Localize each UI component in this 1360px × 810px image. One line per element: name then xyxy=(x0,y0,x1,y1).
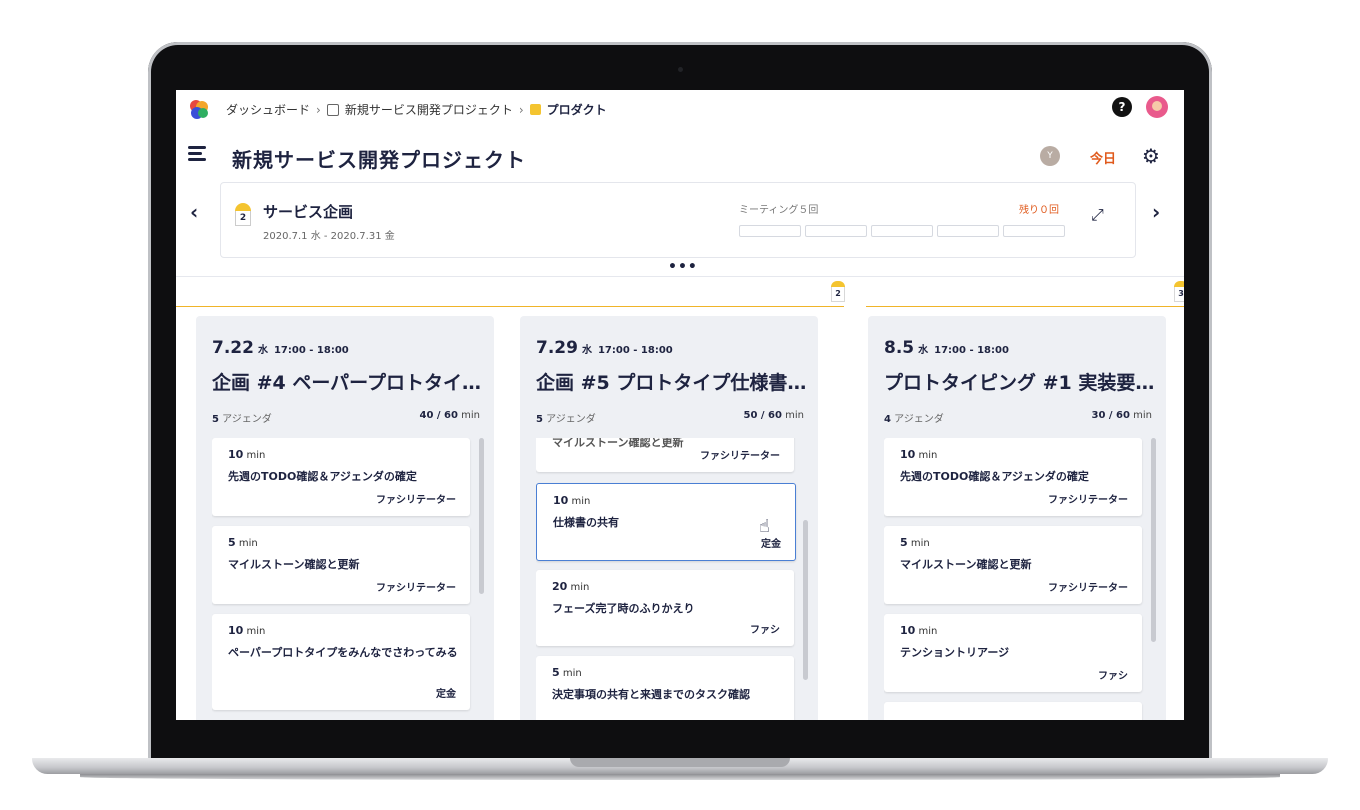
camera-dot xyxy=(678,67,683,72)
time-usage: 50 / 60 min xyxy=(743,410,804,421)
member-avatar[interactable]: Y xyxy=(1040,146,1060,166)
today-button[interactable]: 今日 xyxy=(1090,148,1116,167)
agenda-item[interactable]: 5 min マイルストーン確認と更新 ファシリテーター xyxy=(212,526,470,604)
meeting-title[interactable]: プロトタイピング #1 実装要… xyxy=(884,368,1164,395)
meeting-slots xyxy=(739,225,1065,237)
agenda-item-selected[interactable]: 10 min 仕様書の共有 定金 ☝ xyxy=(536,483,796,561)
phase-dates: 2020.7.1 水 - 2020.7.31 金 xyxy=(263,231,395,242)
time-usage: 40 / 60 min xyxy=(419,410,480,421)
breadcrumb-product[interactable]: プロダクト xyxy=(547,101,607,118)
hand-cursor-icon: ☝ xyxy=(759,516,770,537)
next-phase-button[interactable]: › xyxy=(1152,200,1160,224)
scrollbar[interactable] xyxy=(1151,438,1156,642)
meeting-count-label: ミーティング５回 xyxy=(739,205,819,216)
agenda-list[interactable]: 10 min 先週のTODO確認＆アジェンダの確定 ファシリテーター 5 min… xyxy=(884,438,1146,720)
phase-name: サービス企画 xyxy=(263,203,354,221)
meeting-column[interactable]: 7.29 水 17:00 - 18:00 企画 #5 プロトタイプ仕様書… 5 アジ… xyxy=(520,316,818,720)
project-header: 新規サービス開発プロジェクト Y 今日 ⚙ xyxy=(176,136,1184,176)
user-avatar[interactable] xyxy=(1146,96,1168,118)
breadcrumb-dashboard[interactable]: ダッシュボード xyxy=(226,101,310,118)
more-dots-icon[interactable]: ••• xyxy=(668,259,698,275)
timeline-marker: 3 xyxy=(1174,281,1184,302)
agenda-item[interactable]: マイルストーン確認と更新 ファシリテーター xyxy=(536,438,794,472)
app-screen: ダッシュボード › 新規サービス開発プロジェクト › プロダクト ? 新規サービ… xyxy=(176,90,1184,720)
agenda-item[interactable] xyxy=(884,702,1142,720)
meeting-date: 8.5 水 17:00 - 18:00 xyxy=(884,338,1009,358)
phase-card[interactable]: 2 サービス企画 2020.7.1 水 - 2020.7.31 金 ミーティング… xyxy=(220,182,1136,258)
agenda-item[interactable]: 10 min 先週のTODO確認＆アジェンダの確定 ファシリテーター xyxy=(212,438,470,516)
meeting-column[interactable]: 8.5 水 17:00 - 18:00 プロトタイピング #1 実装要… 4 アジェ… xyxy=(868,316,1166,720)
meeting-slot xyxy=(1003,225,1065,237)
scrollbar[interactable] xyxy=(479,438,484,594)
meeting-slot xyxy=(805,225,867,237)
chevron-right-icon: › xyxy=(316,102,321,117)
laptop-notch xyxy=(570,758,790,767)
timeline-marker: 2 xyxy=(831,281,845,302)
agenda-count: 5 アジェンダ xyxy=(212,414,272,425)
gear-icon[interactable]: ⚙ xyxy=(1142,146,1160,166)
meeting-date: 7.22 水 17:00 - 18:00 xyxy=(212,338,349,358)
product-icon xyxy=(529,104,541,115)
expand-icon[interactable]: ⤢ xyxy=(1091,205,1104,225)
timeline-line xyxy=(866,306,1184,307)
meeting-date: 7.29 水 17:00 - 18:00 xyxy=(536,338,673,358)
agenda-item[interactable]: 5 min 決定事項の共有と来週までのタスク確認 xyxy=(536,656,794,720)
remaining-count-label: 残り０回 xyxy=(1019,205,1059,216)
time-usage: 30 / 60 min xyxy=(1091,410,1152,421)
agenda-list[interactable]: 10 min 先週のTODO確認＆アジェンダの確定 ファシリテーター 5 min… xyxy=(212,438,474,720)
breadcrumb-project[interactable]: 新規サービス開発プロジェクト xyxy=(345,101,513,118)
phase-number-badge: 2 xyxy=(235,203,251,227)
agenda-list[interactable]: マイルストーン確認と更新 ファシリテーター 10 min 仕様書の共有 定金 ☝… xyxy=(536,438,798,720)
agenda-count: 5 アジェンダ xyxy=(536,414,596,425)
meeting-title[interactable]: 企画 #4 ペーパープロトタイ… xyxy=(212,368,492,395)
meeting-title[interactable]: 企画 #5 プロトタイプ仕様書… xyxy=(536,368,816,395)
agenda-item[interactable]: 10 min ペーパープロトタイプをみんなでさわってみる 定金 xyxy=(212,614,470,710)
help-button[interactable]: ? xyxy=(1112,97,1132,117)
meeting-column[interactable]: 7.22 水 17:00 - 18:00 企画 #4 ペーパープロトタイ… 5 アジ… xyxy=(196,316,494,720)
menu-icon[interactable] xyxy=(188,146,206,162)
top-bar: ダッシュボード › 新規サービス開発プロジェクト › プロダクト ? xyxy=(176,90,1184,128)
agenda-item[interactable]: 10 min 先週のTODO確認＆アジェンダの確定 ファシリテーター xyxy=(884,438,1142,516)
app-logo-icon[interactable] xyxy=(188,98,210,120)
laptop-foot xyxy=(80,774,1280,780)
breadcrumb: ダッシュボード › 新規サービス開発プロジェクト › プロダクト xyxy=(226,101,607,118)
timeline-line xyxy=(176,306,844,307)
chevron-right-icon: › xyxy=(518,102,524,117)
prev-phase-button[interactable]: ‹ xyxy=(190,200,198,224)
timeline-divider xyxy=(176,276,1184,277)
agenda-item[interactable]: 10 min テンショントリアージ ファシ xyxy=(884,614,1142,692)
meeting-slot xyxy=(937,225,999,237)
page-title: 新規サービス開発プロジェクト xyxy=(232,148,526,172)
meeting-slot xyxy=(871,225,933,237)
meeting-slot xyxy=(739,225,801,237)
scrollbar[interactable] xyxy=(803,520,808,680)
agenda-count: 4 アジェンダ xyxy=(884,414,944,425)
agenda-item[interactable]: 20 min フェーズ完了時のふりかえり ファシ xyxy=(536,570,794,646)
document-icon xyxy=(326,103,339,116)
agenda-item[interactable]: 5 min マイルストーン確認と更新 ファシリテーター xyxy=(884,526,1142,604)
